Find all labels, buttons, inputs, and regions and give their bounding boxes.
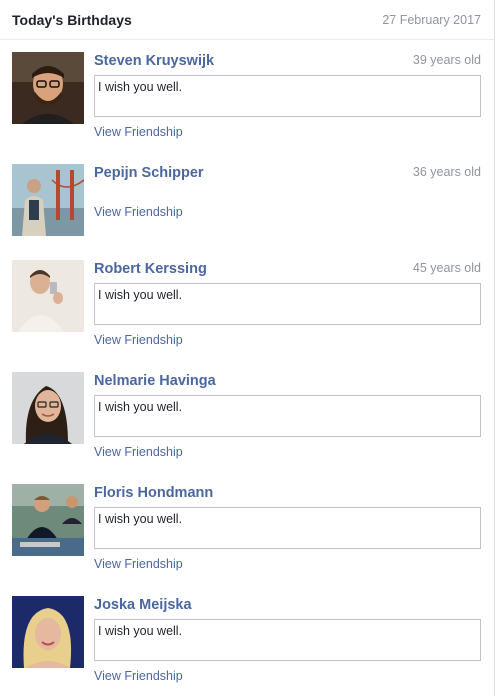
person-age: 36 years old [412,165,481,179]
panel-title: Today's Birthdays [12,11,132,28]
birthday-message-input[interactable]: I wish you well. [94,283,481,325]
birthday-message-input[interactable]: I wish you well. [94,507,481,549]
person-name[interactable]: Floris Hondmann [94,485,213,501]
birthdays-panel: Today's Birthdays 27 February 2017 Steve… [0,0,495,696]
view-friendship-link[interactable]: View Friendship [94,125,183,139]
avatar-pepijn-schipper[interactable] [12,164,84,236]
birthday-row: Nelmarie Havinga I wish you well. View F… [12,372,481,472]
view-friendship-link[interactable]: View Friendship [94,557,183,571]
view-friendship-link[interactable]: View Friendship [94,445,183,459]
birthday-message-input[interactable]: I wish you well. [94,395,481,437]
birthday-row: Steven Kruyswijk 39 years old I wish you… [12,52,481,152]
birthday-message-input[interactable]: I wish you well. [94,619,481,661]
avatar-floris-hondmann[interactable] [12,484,84,556]
person-age: 45 years old [412,261,481,275]
avatar-robert-kerssing[interactable] [12,260,84,332]
view-friendship-link[interactable]: View Friendship [94,669,183,683]
avatar-nelmarie-havinga[interactable] [12,372,84,444]
birthday-row: Floris Hondmann I wish you well. View Fr… [12,484,481,584]
person-name[interactable]: Steven Kruyswijk [94,53,214,69]
view-friendship-link[interactable]: View Friendship [94,333,183,347]
birthday-message-input[interactable]: I wish you well. [94,75,481,117]
avatar-joska-meijska[interactable] [12,596,84,668]
person-age: 39 years old [412,53,481,67]
person-name[interactable]: Joska Meijska [94,597,192,613]
person-name[interactable]: Pepijn Schipper [94,165,204,181]
birthday-row: Robert Kerssing 45 years old I wish you … [12,260,481,360]
person-name[interactable]: Robert Kerssing [94,261,207,277]
header-date: 27 February 2017 [382,12,481,27]
birthday-row: Pepijn Schipper 36 years old View Friend… [12,164,481,244]
birthday-row: Joska Meijska I wish you well. View Frie… [12,596,481,696]
view-friendship-link[interactable]: View Friendship [94,205,183,219]
panel-header: Today's Birthdays 27 February 2017 [0,0,494,40]
avatar-steven-kruyswijk[interactable] [12,52,84,124]
person-name[interactable]: Nelmarie Havinga [94,373,216,389]
